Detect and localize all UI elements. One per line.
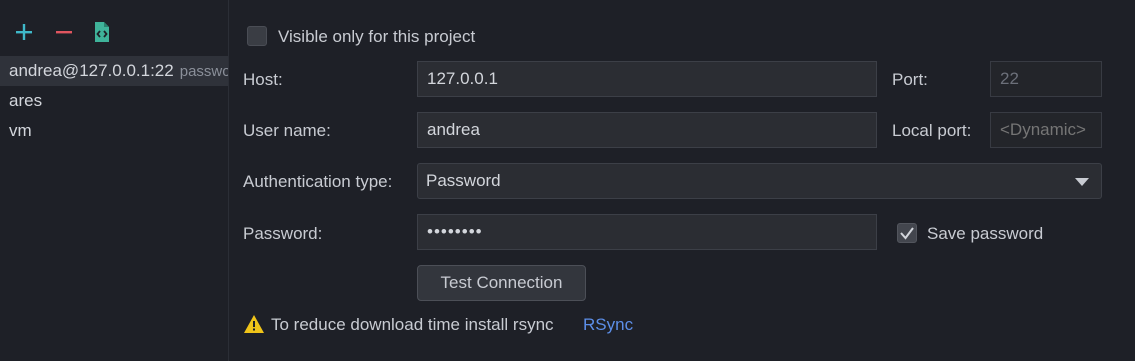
test-connection-button[interactable]: Test Connection — [417, 265, 586, 301]
visible-only-checkbox[interactable] — [247, 26, 267, 46]
connection-item[interactable]: ares — [0, 86, 228, 116]
connection-item[interactable]: vm — [0, 116, 228, 146]
connection-name: andrea@127.0.0.1:22 — [9, 61, 174, 80]
save-password-label: Save password — [927, 224, 1044, 243]
port-input[interactable] — [990, 61, 1102, 97]
connection-auth-hint: password — [179, 63, 229, 80]
add-connection-button[interactable] — [12, 20, 36, 44]
connection-settings-form: Visible only for this project Host: Port… — [229, 0, 1135, 361]
plus-icon — [16, 24, 32, 40]
port-label: Port: — [892, 70, 928, 89]
connections-panel: andrea@127.0.0.1:22 password ares vm — [0, 0, 229, 361]
warning-icon — [244, 315, 264, 333]
connection-item[interactable]: andrea@127.0.0.1:22 password — [0, 56, 228, 86]
visible-only-label: Visible only for this project — [278, 27, 476, 46]
connection-name: ares — [9, 91, 43, 110]
connection-list: andrea@127.0.0.1:22 password ares vm — [0, 56, 228, 146]
host-label: Host: — [243, 70, 283, 89]
copy-config-icon — [95, 22, 109, 42]
local-port-input[interactable] — [990, 112, 1102, 148]
auth-type-value: Password — [426, 171, 501, 190]
chevron-down-icon — [1075, 178, 1089, 186]
local-port-label: Local port: — [892, 121, 972, 140]
username-label: User name: — [243, 121, 331, 140]
password-label: Password: — [243, 224, 323, 243]
auth-type-select[interactable]: Password — [417, 163, 1102, 199]
remove-connection-button[interactable] — [52, 20, 76, 44]
minus-icon — [56, 31, 72, 34]
host-input[interactable] — [417, 61, 877, 97]
auth-type-label: Authentication type: — [243, 172, 393, 191]
username-input[interactable] — [417, 112, 877, 148]
warning-text: To reduce download time install rsync — [271, 315, 554, 334]
connection-name: vm — [9, 121, 32, 140]
rsync-link[interactable]: RSync — [583, 315, 633, 335]
save-password-checkbox[interactable] — [897, 223, 917, 243]
copy-connection-button[interactable] — [90, 20, 114, 44]
checkmark-icon — [900, 227, 914, 240]
password-input[interactable] — [417, 214, 877, 250]
